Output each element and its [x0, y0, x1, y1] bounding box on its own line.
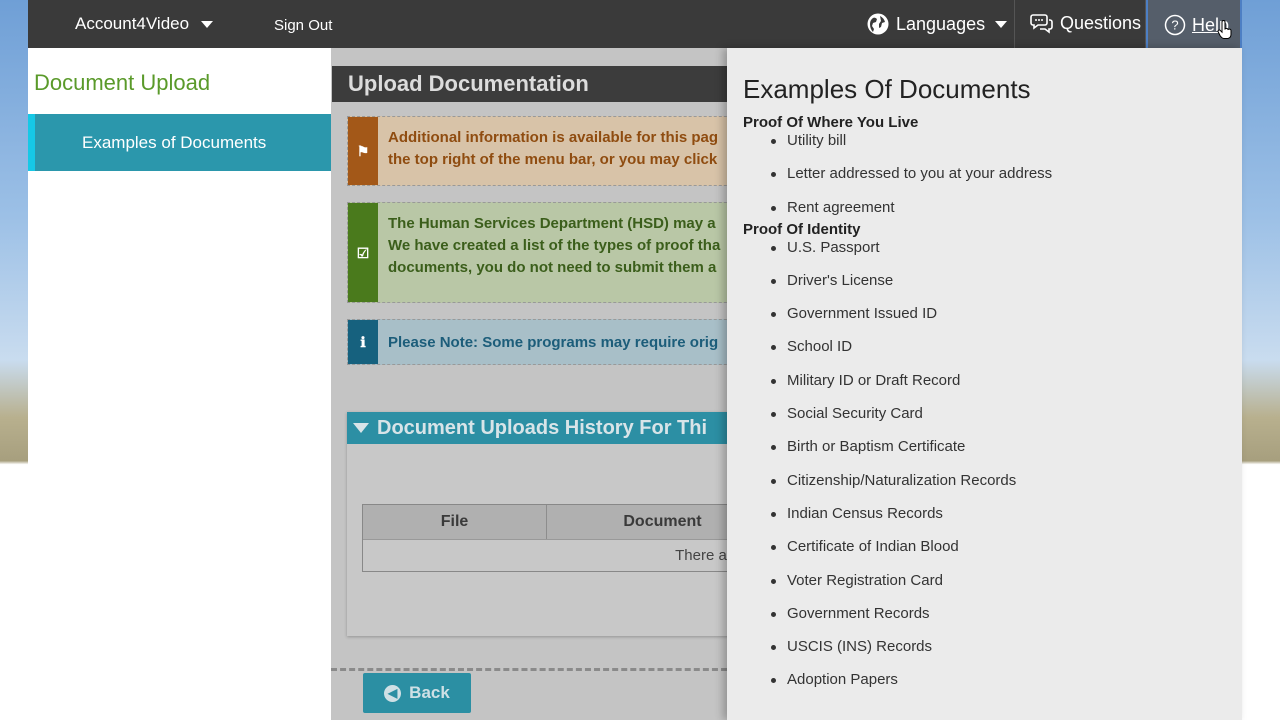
- list-item: U.S. Passport: [771, 239, 1223, 272]
- column-header-document[interactable]: Document: [547, 505, 727, 539]
- top-nav-bar: Account4Video Sign Out Languages Questio…: [28, 0, 1242, 52]
- globe-icon: [867, 13, 889, 35]
- questions-label: Questions: [1060, 12, 1142, 33]
- table-header: File Document: [363, 505, 727, 539]
- list-item: School ID: [771, 338, 1223, 371]
- alert-text-line: documents, you do not need to submit the…: [388, 259, 717, 276]
- list-item: Government Issued ID: [771, 305, 1223, 338]
- list-item: Voter Registration Card: [771, 572, 1223, 605]
- flag-icon: ⚑: [348, 117, 378, 185]
- questions-link[interactable]: Questions: [1030, 12, 1141, 34]
- list-item: Adoption Papers: [771, 671, 1223, 693]
- upload-history-toggle[interactable]: Document Uploads History For Thi: [347, 412, 727, 444]
- list-item: Certificate of Indian Blood: [771, 538, 1223, 571]
- list-item: USCIS (INS) Records: [771, 638, 1223, 671]
- nav-divider: [1014, 0, 1015, 48]
- main-content: Upload Documentation ⚑ Additional inform…: [331, 48, 727, 720]
- sidebar-item-label: Examples of Documents: [82, 132, 267, 152]
- alert-text-line: Additional information is available for …: [388, 129, 719, 146]
- help-panel-title: Examples Of Documents: [743, 74, 1031, 104]
- section-heading: Proof Of Identity: [743, 220, 861, 238]
- checkbox-icon: ☑: [348, 203, 378, 302]
- alert-text-line: We have created a list of the types of p…: [388, 237, 721, 254]
- document-list: U.S. Passport Driver's License Governmen…: [771, 239, 1223, 694]
- document-list: Utility bill Letter addressed to you at …: [771, 132, 1223, 221]
- back-button[interactable]: ◀ Back: [363, 673, 471, 713]
- upload-history-table: File Document There are no: [362, 504, 727, 572]
- info-icon: ℹ: [348, 320, 378, 364]
- list-item: Citizenship/Naturalization Records: [771, 472, 1223, 505]
- page-title: Upload Documentation: [332, 66, 727, 102]
- list-item: Utility bill: [771, 132, 1223, 165]
- sidebar-item-examples-of-documents[interactable]: Examples of Documents: [28, 114, 331, 171]
- list-item: Indian Census Records: [771, 505, 1223, 538]
- list-item: Rent agreement: [771, 199, 1223, 221]
- upload-history-title: Document Uploads History For Thi: [377, 416, 708, 439]
- back-arrow-icon: ◀: [384, 684, 402, 702]
- divider: [331, 668, 727, 671]
- account-label: Account4Video: [75, 14, 190, 33]
- help-panel: Examples Of Documents Proof Of Where You…: [727, 48, 1242, 720]
- help-panel-body: Proof Of Where You Live Utility bill Let…: [743, 114, 1223, 693]
- sidebar: Document Upload Examples of Documents: [28, 48, 331, 720]
- list-item: Birth or Baptism Certificate: [771, 438, 1223, 471]
- collapse-triangle-icon: [353, 423, 369, 433]
- languages-label: Languages: [896, 13, 986, 34]
- list-item: Social Security Card: [771, 405, 1223, 438]
- success-alert: ☑ The Human Services Department (HSD) ma…: [347, 202, 727, 303]
- chevron-down-icon: [995, 20, 1008, 28]
- section-heading: Proof Of Where You Live: [743, 114, 919, 131]
- chat-bubbles-icon: [1030, 14, 1053, 34]
- alert-text-line: The Human Services Department (HSD) may …: [388, 215, 716, 232]
- alert-text-line: Please Note: Some programs may require o…: [388, 334, 719, 351]
- svg-text:?: ?: [1171, 18, 1178, 33]
- list-item: Driver's License: [771, 272, 1223, 305]
- alert-text-line: the top right of the menu bar, or you ma…: [388, 151, 718, 168]
- table-empty-message: There are no: [363, 539, 727, 571]
- list-item: Government Records: [771, 605, 1223, 638]
- back-button-label: Back: [409, 683, 450, 702]
- list-item: Letter addressed to you at your address: [771, 165, 1223, 198]
- sidebar-title: Document Upload: [34, 70, 211, 95]
- upload-history-panel: Document Uploads History For Thi File Do…: [347, 412, 727, 636]
- help-link[interactable]: ? Help: [1146, 0, 1242, 52]
- sign-out-link[interactable]: Sign Out: [274, 17, 332, 34]
- hand-cursor-icon: [1217, 20, 1232, 39]
- column-header-file[interactable]: File: [363, 505, 547, 539]
- help-circle-icon: ?: [1164, 14, 1186, 36]
- chevron-down-icon: [201, 20, 214, 28]
- languages-menu[interactable]: Languages: [866, 12, 1008, 36]
- account-menu[interactable]: Account4Video: [75, 14, 214, 34]
- warning-alert: ⚑ Additional information is available fo…: [347, 116, 727, 186]
- list-item: Military ID or Draft Record: [771, 372, 1223, 405]
- info-alert: ℹ Please Note: Some programs may require…: [347, 319, 727, 365]
